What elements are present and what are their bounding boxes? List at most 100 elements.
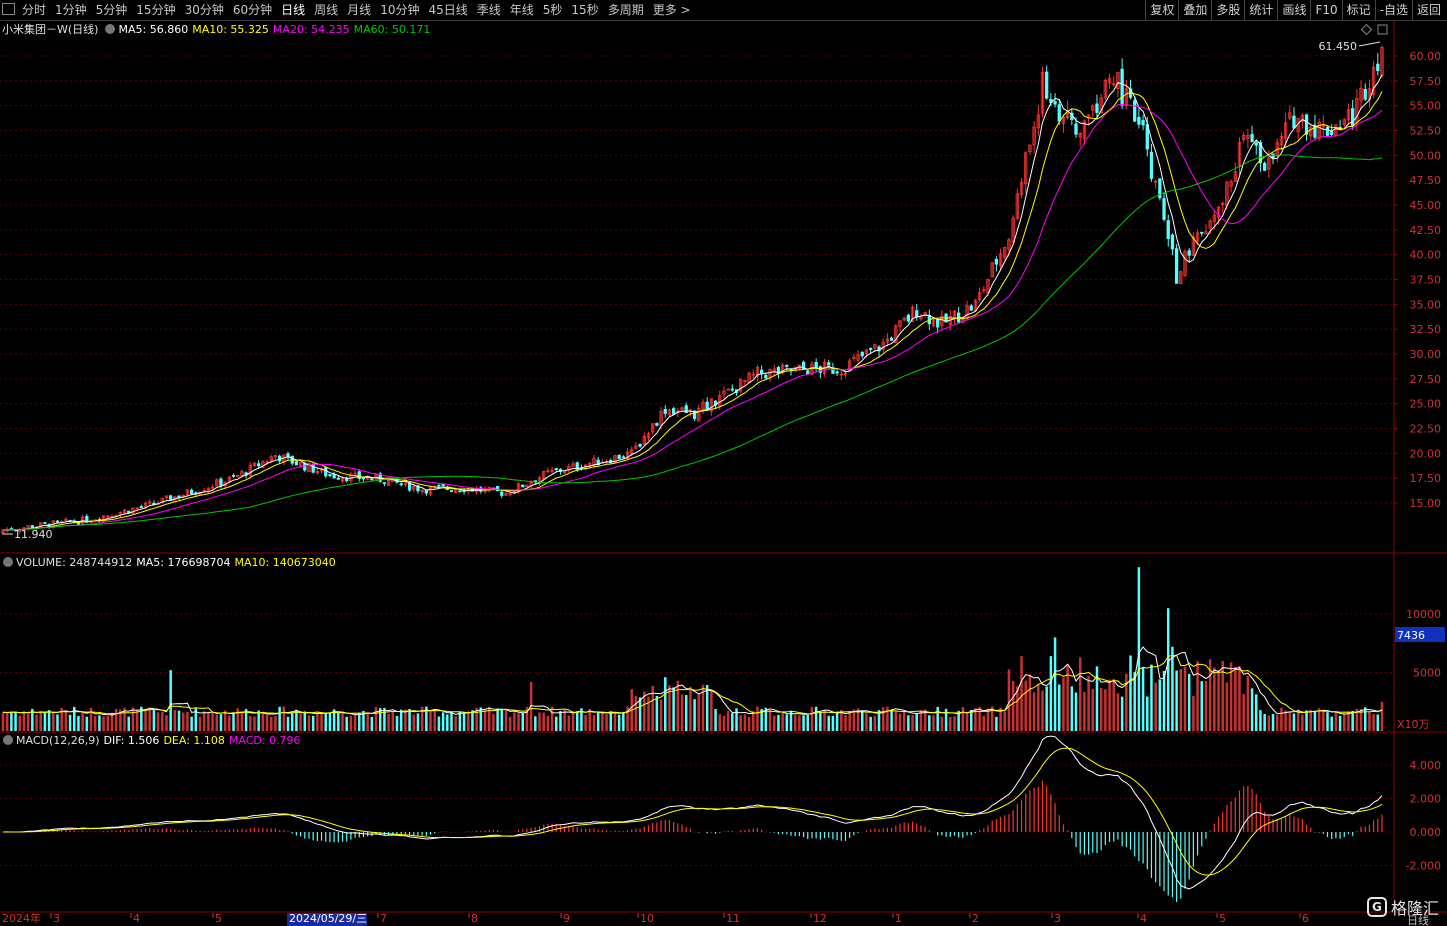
volume-bar [1041, 690, 1044, 731]
volume-bar [550, 706, 554, 731]
price-tick-label: 40.00 [1410, 249, 1442, 262]
price-tick-label: 27.50 [1410, 373, 1442, 386]
volume-bar [1091, 688, 1095, 731]
volume-bar [555, 716, 558, 731]
volume-bar [982, 715, 986, 731]
candle-body [1045, 71, 1049, 99]
volume-bar [68, 714, 72, 731]
dea-line [3, 747, 1383, 876]
volume-bar [186, 711, 189, 731]
price-tick-label: 32.50 [1410, 323, 1442, 336]
volume-bar [634, 695, 638, 731]
volume-bar [1183, 666, 1187, 731]
volume-bar [1, 712, 5, 731]
kline-chart-area: 60.00 57.50 55.00 52.50 50.00 47.50 45.00 42.50… [0, 21, 1447, 926]
volume-bar [575, 711, 579, 731]
ma60-value: MA60: 50.171 [353, 23, 431, 36]
volume-bar [399, 709, 403, 731]
month-label: 11 [726, 912, 740, 925]
volume-bar [1037, 684, 1040, 731]
candle-body [764, 375, 768, 379]
volume-bar [785, 714, 789, 731]
volume-bar [10, 711, 13, 731]
volume-bar [722, 716, 726, 731]
volume-ma10-line [2, 654, 1383, 715]
volume-bar [450, 711, 453, 731]
volume-bar [202, 711, 206, 731]
logo-text: 格隆汇 [1390, 899, 1439, 918]
month-label: 5 [1219, 912, 1226, 925]
volume-bar [684, 695, 688, 731]
volume-bar [1074, 692, 1078, 731]
volume-bar [1150, 664, 1153, 731]
volume-bar [1343, 713, 1346, 731]
volume-bar [1053, 637, 1057, 731]
volume-bar [337, 712, 340, 731]
candle-body [1162, 198, 1166, 220]
volume-bar [1338, 715, 1342, 731]
volume-bar [404, 709, 407, 731]
candle-body [868, 348, 873, 350]
volume-bar [739, 715, 742, 731]
volume-bar [735, 708, 738, 731]
volume-bar [1288, 712, 1292, 731]
volume-bar [978, 706, 981, 731]
volume-bar [22, 711, 26, 731]
candle-body [705, 401, 709, 410]
candle-body [994, 258, 999, 265]
volume-bar [56, 714, 59, 731]
indicator-menu-icon[interactable] [105, 24, 116, 34]
volume-bar [1175, 670, 1178, 731]
volume-bar [169, 670, 172, 731]
volume-bar [902, 710, 906, 731]
volume-bar [768, 710, 772, 731]
price-tick-label: 57.50 [1410, 75, 1442, 88]
volume-bar [521, 712, 524, 731]
candle-body [969, 305, 973, 311]
volume-bar [772, 715, 776, 731]
volume-bar [1179, 668, 1183, 731]
volume-bar [286, 716, 290, 731]
volume-bar [1171, 646, 1174, 731]
volume-bar [190, 716, 193, 731]
volume-bar [680, 694, 684, 731]
volume-bar [1187, 673, 1191, 731]
macd-menu-icon[interactable] [3, 735, 13, 745]
volume-bar [953, 716, 956, 731]
candle-body [332, 474, 336, 479]
candle-body [324, 467, 328, 477]
volume-bar [341, 713, 344, 731]
volume-bar [1326, 712, 1329, 731]
volume-bar [802, 715, 805, 731]
candle-body [1325, 126, 1330, 136]
volume-bar [1213, 667, 1216, 731]
month-label: 1 [895, 912, 902, 925]
ma10-line [2, 91, 1383, 531]
diamond-icon [1360, 23, 1373, 36]
volume-bar [140, 706, 143, 731]
month-label: 4 [1140, 912, 1147, 925]
low-price-label: 11.940 [14, 528, 53, 541]
volume-menu-icon[interactable] [3, 557, 13, 567]
volume-bar [517, 713, 520, 731]
candle-body [189, 489, 194, 494]
volume-bar [408, 708, 411, 731]
candle-body [1351, 108, 1355, 127]
volume-bar [965, 713, 969, 731]
volume-bar [689, 686, 692, 731]
candle-body [1376, 63, 1380, 72]
macd-value: MACD: 0.796 [228, 734, 301, 747]
volume-bar [710, 689, 713, 731]
volume-bar [152, 710, 156, 731]
volume-bar [949, 716, 952, 731]
volume-bar [232, 713, 235, 731]
price-tick-label: 50.00 [1410, 149, 1442, 162]
volume-bar [1028, 674, 1032, 731]
volume-bar [81, 712, 84, 731]
volume-bar [693, 699, 696, 731]
volume-bar [743, 714, 747, 731]
volume-bar [1242, 694, 1245, 731]
macd-tick-label: 4.000 [1410, 759, 1442, 772]
volume-bar [793, 715, 797, 731]
ma5-value: MA5: 56.860 [118, 23, 189, 36]
